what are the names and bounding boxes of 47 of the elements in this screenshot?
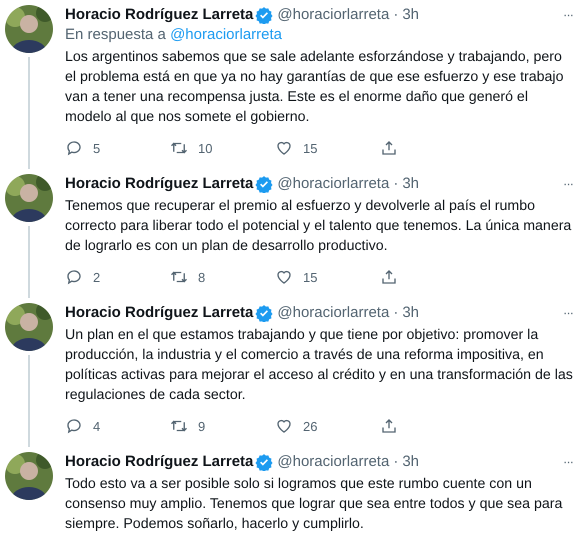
separator: · [393, 174, 398, 194]
timestamp[interactable]: 3h [402, 174, 419, 194]
avatar[interactable] [5, 303, 53, 351]
timestamp[interactable]: 3h [402, 452, 419, 472]
heart-icon[interactable] [275, 139, 293, 157]
timestamp[interactable]: 3h [402, 5, 419, 25]
more-options-icon[interactable]: ··· [563, 174, 573, 194]
reply-icon[interactable] [65, 139, 83, 157]
reply-count: 2 [93, 270, 100, 284]
avatar[interactable] [5, 452, 53, 500]
reply-icon[interactable] [65, 268, 83, 286]
tweet-text: Todo esto va a ser posible solo si logramos que este rumbo cuente con un consenso muy amplio. Tenemos que lograr que sea entre todos y que sea para siempre. Podemos soñarlo, hacerlo y cumplirlo. [65, 475, 564, 534]
author-handle[interactable]: @horaciorlarreta [277, 452, 390, 472]
reply-count: 4 [93, 418, 100, 434]
share-icon[interactable] [380, 417, 398, 435]
author-name[interactable]: Horacio Rodríguez Larreta [65, 452, 254, 472]
retweet-count: 9 [198, 418, 206, 434]
separator: · [393, 303, 398, 323]
author-handle[interactable]: @horaciorlarreta [277, 303, 390, 323]
share-icon[interactable] [380, 139, 398, 157]
author-name[interactable]: Horacio Rodríguez Larreta [65, 5, 254, 25]
avatar[interactable] [5, 174, 53, 222]
tweet-text: Los argentinos sabemos que se sale adelante esforzándose y trabajando, pero el problema está en que ya no hay garantías de que ese esfuerzo y ese trabajo van a tener una recompensa justa. Este es el enorme daño que generó el modelo al que nos somete el gobierno. [65, 48, 564, 127]
separator: · [393, 5, 398, 25]
timestamp[interactable]: 3h [402, 303, 419, 323]
like-count: 15 [303, 140, 318, 156]
avatar[interactable] [5, 5, 53, 53]
heart-icon[interactable] [275, 268, 293, 286]
retweet-count: 10 [198, 140, 212, 156]
more-options-icon[interactable]: ··· [563, 5, 573, 25]
author-name[interactable]: Horacio Rodríguez Larreta [65, 303, 254, 323]
author-handle[interactable]: @horaciorlarreta [277, 5, 390, 25]
more-options-icon[interactable]: ··· [563, 452, 573, 472]
heart-icon[interactable] [275, 417, 293, 435]
more-options-icon[interactable]: ··· [563, 303, 573, 323]
author-handle[interactable]: @horaciorlarreta [277, 174, 390, 194]
reply-icon[interactable] [65, 417, 83, 435]
share-icon[interactable] [380, 268, 398, 286]
retweet-count: 8 [198, 270, 206, 284]
tweet-text: Un plan en el que estamos trabajando y que tiene por objetivo: promover la producción, la industria y el comercio a través de una reforma impositiva, en políticas activas para mejorar el acceso al crédito y en una transformación de las regulaciones de cada sector. [65, 326, 573, 405]
like-count: 15 [303, 270, 318, 284]
like-count: 26 [303, 418, 318, 434]
separator: · [393, 452, 398, 472]
reply-context: En respuesta a @horaciorlarreta [65, 25, 284, 45]
tweet-text: Tenemos que recuperar el premio al esfuerzo y devolverle al país el rumbo correcto para liberar todo el potencial y el talento que tenemos. La única manera de lograrlo es con un plan de desarrollo productivo. [65, 197, 572, 256]
author-name[interactable]: Horacio Rodríguez Larreta [65, 174, 254, 194]
reply-count: 5 [93, 140, 100, 156]
